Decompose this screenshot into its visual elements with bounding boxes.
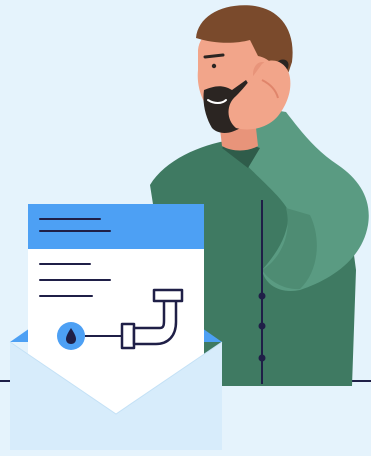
shirt-button xyxy=(258,292,266,300)
shirt-button xyxy=(258,322,266,330)
water-drop-icon xyxy=(57,322,85,350)
shirt-button xyxy=(258,354,266,362)
illustration-scene xyxy=(0,5,371,450)
document-header xyxy=(28,204,204,249)
eye xyxy=(211,63,217,69)
eyebrow xyxy=(203,53,225,59)
